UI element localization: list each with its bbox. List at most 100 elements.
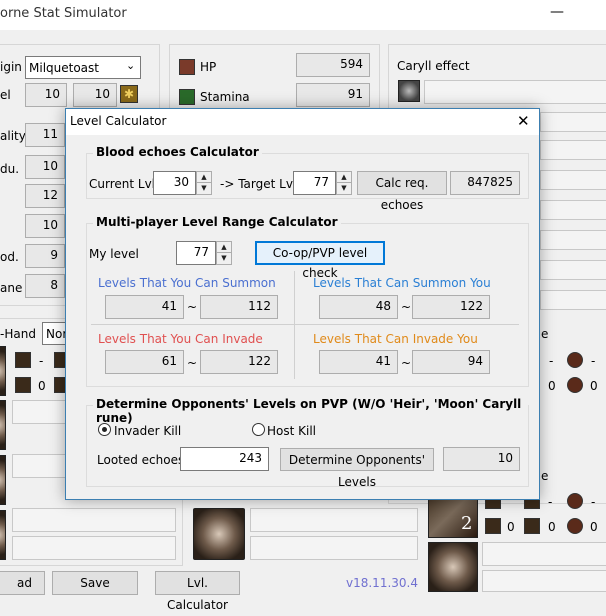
- equip-zero-r4c: 0: [590, 520, 598, 534]
- right-field-4: [540, 200, 606, 220]
- range-divider-h: [91, 324, 519, 325]
- invaded-max: 94: [412, 350, 490, 374]
- blood-field[interactable]: 9: [25, 244, 65, 268]
- current-level-label: Current Lvl.: [89, 177, 159, 191]
- caryll-effect-field: [424, 80, 606, 104]
- pvp-title: Determine Opponents' Levels on PVP (W/O …: [93, 397, 528, 425]
- weapon-portrait-3[interactable]: [0, 455, 6, 505]
- stamina-value: 91: [296, 83, 370, 107]
- equip-zero-r4a: 0: [507, 520, 515, 534]
- equip-icon-r1: [567, 352, 583, 368]
- weapon-portrait-1[interactable]: [0, 346, 6, 396]
- equip-icon-r2: [567, 377, 583, 393]
- invade-max: 122: [200, 350, 278, 374]
- determine-levels-button[interactable]: Determine Opponents' Levels: [280, 448, 434, 489]
- target-level-input[interactable]: 77: [293, 171, 336, 195]
- invade-label: Levels That You Can Invade: [98, 332, 263, 346]
- hp-icon: [179, 59, 195, 75]
- weapon-portrait-2[interactable]: [0, 400, 6, 450]
- summon-min: 41: [105, 295, 184, 319]
- armor-portrait[interactable]: [193, 508, 245, 560]
- equip-zero-l2: 0: [38, 379, 46, 393]
- level-field[interactable]: 10: [25, 83, 67, 107]
- level-check-button[interactable]: Co-op/PVP level check: [255, 241, 385, 280]
- opponent-level-result: 10: [443, 447, 520, 471]
- summoned-label: Levels That Can Summon You: [313, 276, 491, 290]
- right-field-3: [540, 170, 606, 190]
- level-target-field[interactable]: 10: [73, 83, 117, 107]
- range-divider-v: [294, 271, 295, 379]
- summoned-max: 122: [412, 295, 490, 319]
- equip-zero-r2b: 0: [590, 379, 598, 393]
- target-level-spinner[interactable]: ▲ ▼: [336, 171, 352, 195]
- echoes-result: 847825: [450, 171, 520, 195]
- invaded-min: 41: [319, 350, 398, 374]
- level-calculator-button[interactable]: Lvl. Calculator: [155, 571, 240, 612]
- strength-field[interactable]: 12: [25, 184, 65, 208]
- target-level-label: -> Target Lvl.: [220, 177, 301, 191]
- rune-field-1: [482, 542, 606, 566]
- endurance-field[interactable]: 10: [25, 155, 65, 179]
- equip-icon-r6: [485, 518, 501, 534]
- arcane-field[interactable]: 8: [25, 274, 65, 298]
- rune-field-2: [482, 570, 606, 592]
- level-icon[interactable]: ✱: [120, 85, 138, 103]
- caryll-rune-icon[interactable]: [398, 80, 420, 102]
- rune-portrait-2[interactable]: [428, 542, 478, 592]
- equip-icon-r7: [524, 518, 540, 534]
- looted-echoes-input[interactable]: 243: [180, 447, 269, 471]
- endurance-label: du.: [0, 162, 20, 176]
- host-kill-radio[interactable]: [252, 423, 265, 436]
- stamina-label: Stamina: [200, 90, 250, 104]
- current-level-input[interactable]: 30: [153, 171, 196, 195]
- close-icon[interactable]: ✕: [517, 112, 530, 130]
- blood-label: od.: [0, 250, 19, 264]
- stamina-icon: [179, 89, 195, 105]
- summon-max: 112: [200, 295, 278, 319]
- my-level-label: My level: [89, 247, 139, 261]
- equip-icon-r8: [567, 518, 583, 534]
- chevron-down-icon: ⌄: [126, 59, 136, 72]
- load-button[interactable]: ad: [0, 571, 45, 595]
- summoned-min: 48: [319, 295, 398, 319]
- armor-field-2: [250, 536, 418, 560]
- my-level-spinner[interactable]: ▲ ▼: [216, 241, 232, 265]
- invader-kill-radio[interactable]: [98, 423, 111, 436]
- dialog-title-bar: Level Calculator ✕: [66, 109, 539, 135]
- equip-icon-l1: [15, 352, 31, 368]
- calc-echoes-button[interactable]: Calc req. echoes: [357, 171, 447, 212]
- save-button[interactable]: Save: [52, 571, 138, 595]
- minimize-icon[interactable]: —: [550, 4, 564, 20]
- vitality-field[interactable]: 11: [25, 123, 65, 147]
- blood-echoes-title: Blood echoes Calculator: [93, 145, 262, 159]
- right-field-5: [540, 230, 606, 250]
- dialog-title: Level Calculator: [70, 114, 167, 128]
- version-label: v18.11.30.4: [346, 576, 418, 590]
- caryll-label: Caryll effect: [397, 59, 470, 73]
- invaded-tilde: ~: [401, 356, 412, 370]
- invader-kill-label: Invader Kill: [114, 424, 182, 438]
- right-field-7: [540, 290, 606, 310]
- my-level-input[interactable]: 77: [176, 241, 216, 265]
- summon-label: Levels That You Can Summon: [98, 276, 276, 290]
- summon-tilde: ~: [187, 300, 198, 314]
- vitality-label: ality: [0, 129, 26, 143]
- weapon-field-4: [12, 536, 176, 560]
- hp-value: 594: [296, 53, 370, 77]
- skill-field[interactable]: 10: [25, 214, 65, 238]
- portrait-badge: 2: [461, 513, 473, 534]
- origin-select[interactable]: Milquetoast ⌄: [25, 56, 141, 79]
- right-header-fragment: e: [541, 327, 549, 341]
- equip-dash-l1: -: [39, 354, 44, 368]
- hand-label: -Hand: [0, 327, 36, 341]
- window-title: orne Stat Simulator: [0, 6, 127, 21]
- weapon-portrait-4[interactable]: [0, 510, 6, 560]
- right-header-fragment-2: e: [541, 469, 549, 483]
- origin-label: igin: [0, 60, 22, 74]
- weapon-field-3: [12, 508, 176, 532]
- current-level-spinner[interactable]: ▲ ▼: [196, 171, 212, 195]
- multiplayer-title: Multi-player Level Range Calculator: [93, 215, 341, 229]
- radio-selected-dot: [102, 427, 107, 432]
- window-title-bar: orne Stat Simulator —: [0, 0, 606, 30]
- level-calculator-dialog: Level Calculator ✕ Blood echoes Calculat…: [65, 108, 540, 500]
